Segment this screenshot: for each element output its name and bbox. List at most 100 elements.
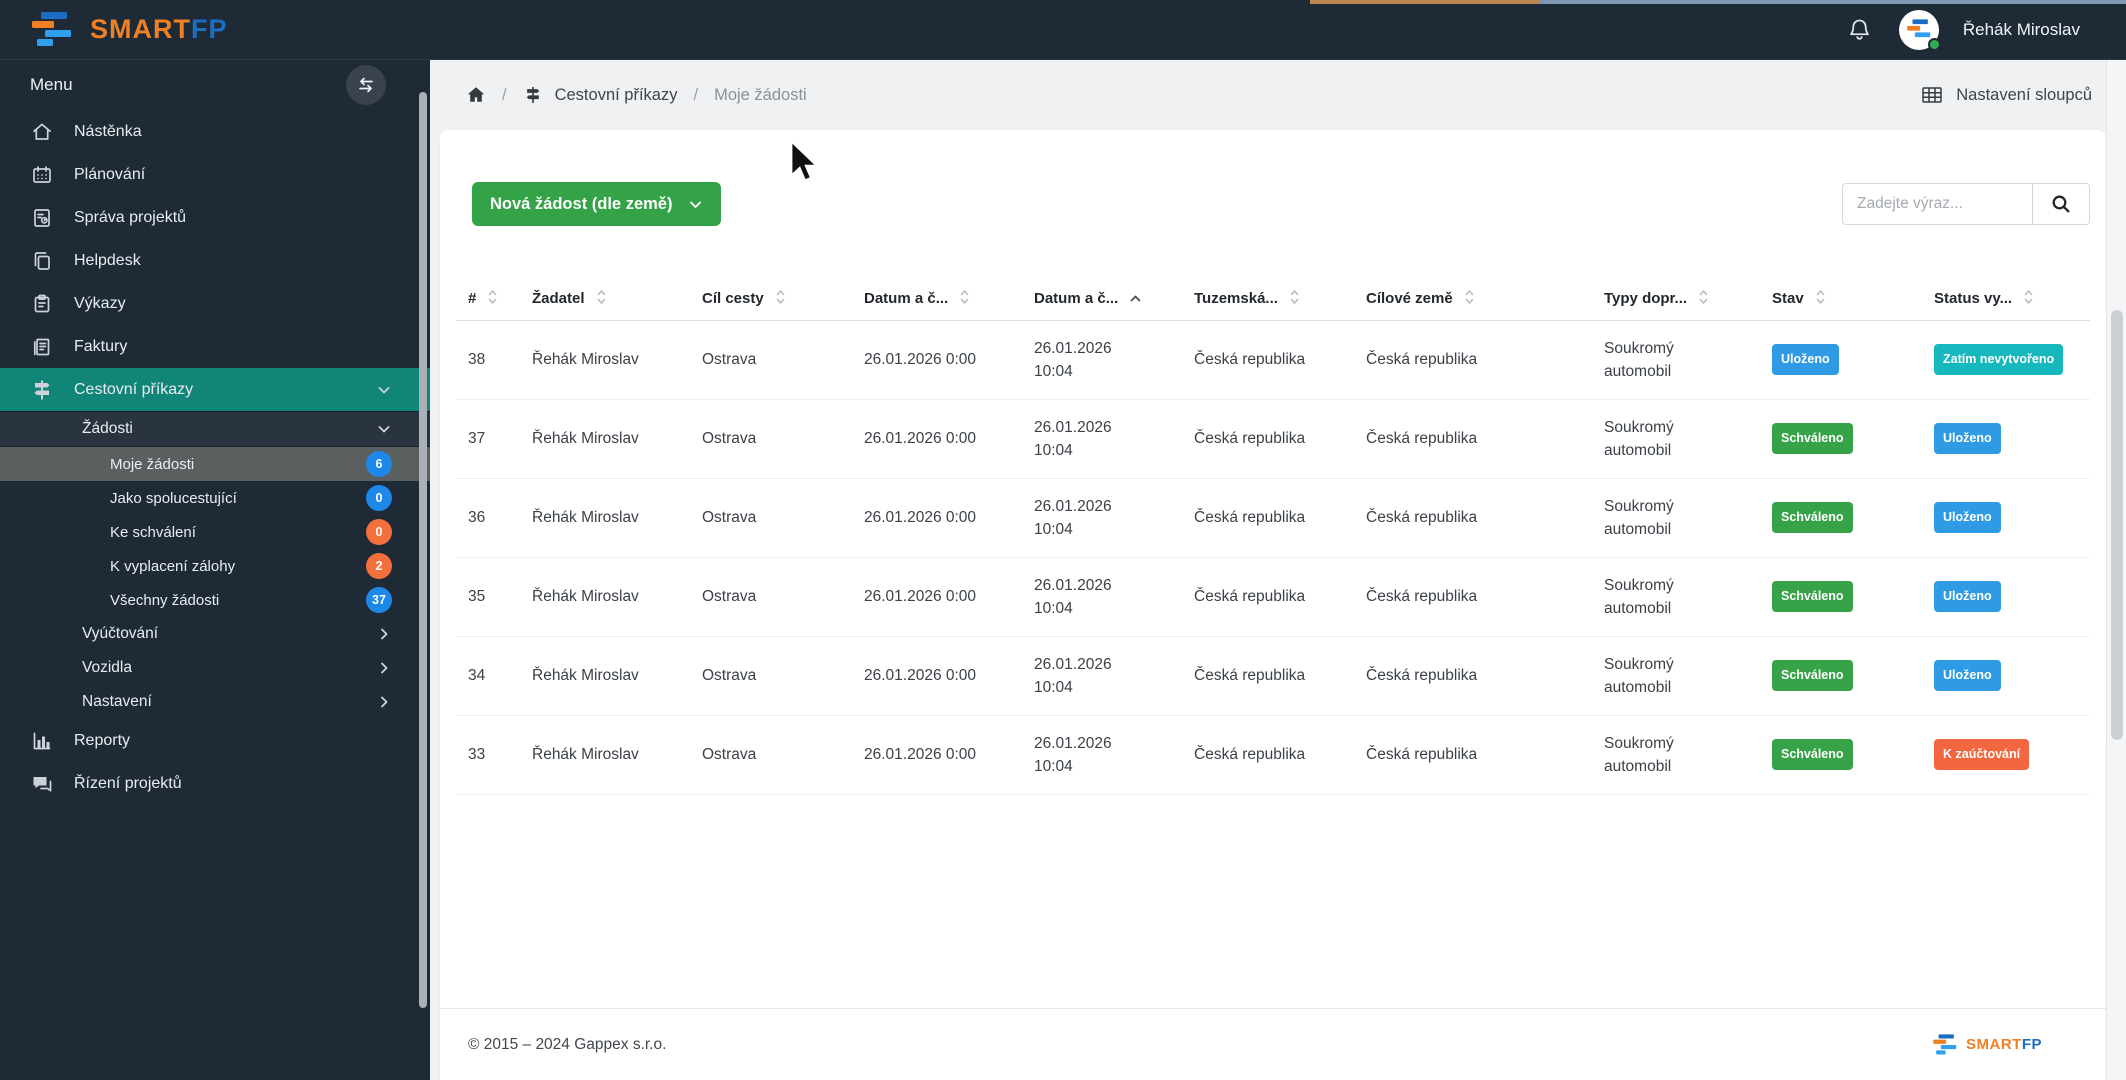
- footer-logo: SMARTFP: [1932, 1033, 2042, 1057]
- sidebar-item-k-vyplaceni-zalohy[interactable]: K vyplacení zálohy 2: [0, 549, 430, 583]
- breadcrumb-home[interactable]: [466, 85, 486, 105]
- cell-destination: Ostrava: [690, 320, 852, 400]
- cell-datetime_from: 26.01.2026 0:00: [852, 399, 1022, 479]
- chevron-right-icon: [376, 694, 392, 710]
- column-header-label: #: [468, 290, 477, 308]
- footer-logo-text: SMARTFP: [1966, 1036, 2042, 1053]
- column-header-tuzemska[interactable]: Tuzemská...: [1182, 278, 1354, 321]
- cell-status: Uloženo: [1922, 399, 2090, 479]
- cell-status: Zatím nevytvořeno: [1922, 320, 2090, 400]
- breadcrumb-page-label: Moje žádosti: [714, 85, 807, 104]
- top-header: SMARTFP Řehák Miroslav: [0, 0, 2126, 60]
- notifications-bell-icon[interactable]: [1845, 15, 1875, 45]
- chevron-right-icon: [376, 626, 392, 642]
- cell-id: 34: [456, 636, 520, 716]
- cell-target_country: Česká republika: [1354, 636, 1592, 716]
- sidebar-item-sprava-projektu[interactable]: Správa projektů: [0, 196, 430, 239]
- cell-applicant: Řehák Miroslav: [520, 636, 690, 716]
- sort-icon: [1699, 288, 1708, 310]
- cell-applicant: Řehák Miroslav: [520, 715, 690, 795]
- column-header-label: Datum a č...: [1034, 290, 1119, 308]
- sidebar-item-reporty[interactable]: Reporty: [0, 719, 430, 762]
- sidebar-item-cestovni-prikazy[interactable]: Cestovní příkazy: [0, 368, 430, 411]
- sort-icon: [488, 288, 497, 310]
- breadcrumb-separator: /: [693, 85, 699, 104]
- column-header-datum-a-c[interactable]: Datum a č...: [1022, 278, 1182, 321]
- column-header-status-vy[interactable]: Status vy...: [1922, 278, 2090, 321]
- sidebar-item-moje-zadosti[interactable]: Moje žádosti 6: [0, 447, 430, 481]
- sidebar-item-ke-schvaleni[interactable]: Ke schválení 0: [0, 515, 430, 549]
- breadcrumb: / Cestovní příkazy / Moje žádosti Nastav…: [430, 60, 2106, 130]
- cell-state: Schváleno: [1760, 478, 1922, 558]
- app-logo-text: SMARTFP: [90, 14, 228, 44]
- cell-status: Uloženo: [1922, 636, 2090, 716]
- chevron-down-icon: [376, 382, 392, 398]
- sort-icon: [597, 288, 606, 310]
- column-header-typy-dopr[interactable]: Typy dopr...: [1592, 278, 1760, 321]
- logo-bars-icon: [1933, 1033, 1957, 1054]
- home-icon: [467, 87, 485, 102]
- search-input[interactable]: [1842, 183, 2032, 225]
- status-badge: Schváleno: [1772, 502, 1853, 533]
- cell-transport: Soukromý automobil: [1592, 557, 1760, 637]
- table-row[interactable]: 35 Řehák Miroslav Ostrava 26.01.2026 0:00 26…: [456, 557, 2090, 637]
- table-row[interactable]: 37 Řehák Miroslav Ostrava 26.01.2026 0:00 26…: [456, 399, 2090, 479]
- logo-bars-icon: [32, 11, 71, 46]
- calendar-icon: [30, 163, 54, 187]
- sidebar-item-nastaveni[interactable]: Nastavení: [0, 685, 430, 719]
- column-settings-button[interactable]: Nastavení sloupců: [1920, 60, 2092, 130]
- signpost-icon: [526, 87, 539, 103]
- table-row[interactable]: 36 Řehák Miroslav Ostrava 26.01.2026 0:00 26…: [456, 478, 2090, 558]
- sidebar-item-rizeni-projektu[interactable]: Řízení projektů: [0, 762, 430, 805]
- sidebar-item-nastenka[interactable]: Nástěnka: [0, 110, 430, 153]
- page-scrollbar[interactable]: [2106, 60, 2126, 1080]
- sidebar-item-vozidla[interactable]: Vozidla: [0, 651, 430, 685]
- sidebar-item-faktury[interactable]: Faktury: [0, 325, 430, 368]
- sidebar-item-label: Žádosti: [82, 420, 133, 437]
- column-header-datum-a-c[interactable]: Datum a č...: [852, 278, 1022, 321]
- breadcrumb-section[interactable]: Cestovní příkazy: [523, 85, 677, 105]
- table-row[interactable]: 33 Řehák Miroslav Ostrava 26.01.2026 0:00 26…: [456, 715, 2090, 795]
- status-badge: Schváleno: [1772, 581, 1853, 612]
- sidebar-item-planovani[interactable]: Plánování: [0, 153, 430, 196]
- user-avatar[interactable]: [1898, 9, 1941, 51]
- search-button[interactable]: [2032, 183, 2090, 225]
- status-badge: Schváleno: [1772, 739, 1853, 770]
- sidebar-item-zadosti[interactable]: Žádosti: [0, 411, 430, 447]
- status-badge: Zatím nevytvořeno: [1934, 344, 2064, 375]
- sidebar-item-vyuctovani[interactable]: Vyúčtování: [0, 617, 430, 651]
- sidebar-item-label: Jako spolucestující: [110, 489, 237, 507]
- page-scrollbar-thumb[interactable]: [2111, 310, 2123, 740]
- column-header-stav[interactable]: Stav: [1760, 278, 1922, 321]
- new-request-button[interactable]: Nová žádost (dle země): [472, 182, 722, 226]
- sidebar-item-label: Helpdesk: [74, 251, 141, 269]
- column-header-cilove-zeme[interactable]: Cílové země: [1354, 278, 1592, 321]
- sidebar-item-vsechny-zadosti[interactable]: Všechny žádosti 37: [0, 583, 430, 617]
- helpdesk-icon: [30, 249, 54, 273]
- sidebar-item-helpdesk[interactable]: Helpdesk: [0, 239, 430, 282]
- status-badge: Uloženo: [1934, 581, 2001, 612]
- cell-id: 36: [456, 478, 520, 558]
- table-row[interactable]: 34 Řehák Miroslav Ostrava 26.01.2026 0:00 26…: [456, 636, 2090, 716]
- clipboard-icon: [30, 292, 54, 316]
- sidebar-scrollbar-thumb[interactable]: [419, 92, 427, 1008]
- column-header-cil-cesty[interactable]: Cíl cesty: [690, 278, 852, 321]
- sort-icon: [776, 288, 785, 310]
- status-badge: Uloženo: [1772, 344, 1839, 375]
- table-row[interactable]: 38 Řehák Miroslav Ostrava 26.01.2026 0:00 26…: [456, 320, 2090, 400]
- app-logo[interactable]: SMARTFP: [30, 10, 228, 50]
- user-name[interactable]: Řehák Miroslav: [1963, 20, 2080, 40]
- sidebar-item-jako-spolucestujici[interactable]: Jako spolucestující 0: [0, 481, 430, 515]
- sidebar-item-label: Vozidla: [82, 659, 132, 676]
- cell-destination: Ostrava: [690, 478, 852, 558]
- cell-domestic: Česká republika: [1182, 320, 1354, 400]
- menu-title: Menu: [30, 75, 73, 94]
- sidebar-item-vykazy[interactable]: Výkazy: [0, 282, 430, 325]
- sidebar-item-label: Řízení projektů: [74, 774, 182, 792]
- sidebar-collapse-button[interactable]: [346, 65, 386, 105]
- cell-state: Schváleno: [1760, 715, 1922, 795]
- cell-destination: Ostrava: [690, 399, 852, 479]
- column-header-zadatel[interactable]: Žadatel: [520, 278, 690, 321]
- column-header-[interactable]: #: [456, 278, 520, 321]
- content-card: Nová žádost (dle země) # Žadatel Cíl cesty…: [440, 130, 2106, 1080]
